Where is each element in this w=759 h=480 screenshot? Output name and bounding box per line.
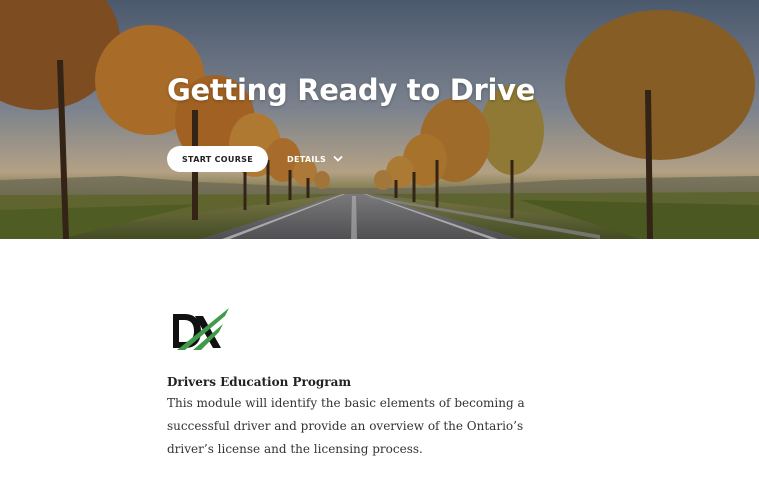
hero-background-image [0, 0, 759, 239]
course-title: Getting Ready to Drive [167, 73, 536, 107]
chevron-down-icon [333, 155, 343, 162]
start-course-button[interactable]: START COURSE [167, 146, 268, 172]
dx-logo-icon [173, 308, 229, 350]
program-title: Drivers Education Program [167, 375, 352, 389]
program-description: This module will identify the basic elem… [167, 396, 525, 456]
hero-banner: Getting Ready to Drive START COURSE DETA… [0, 0, 759, 239]
details-label: DETAILS [287, 154, 327, 164]
details-toggle[interactable]: DETAILS [287, 152, 343, 166]
course-overview: Drivers Education Program This module wi… [167, 306, 587, 461]
